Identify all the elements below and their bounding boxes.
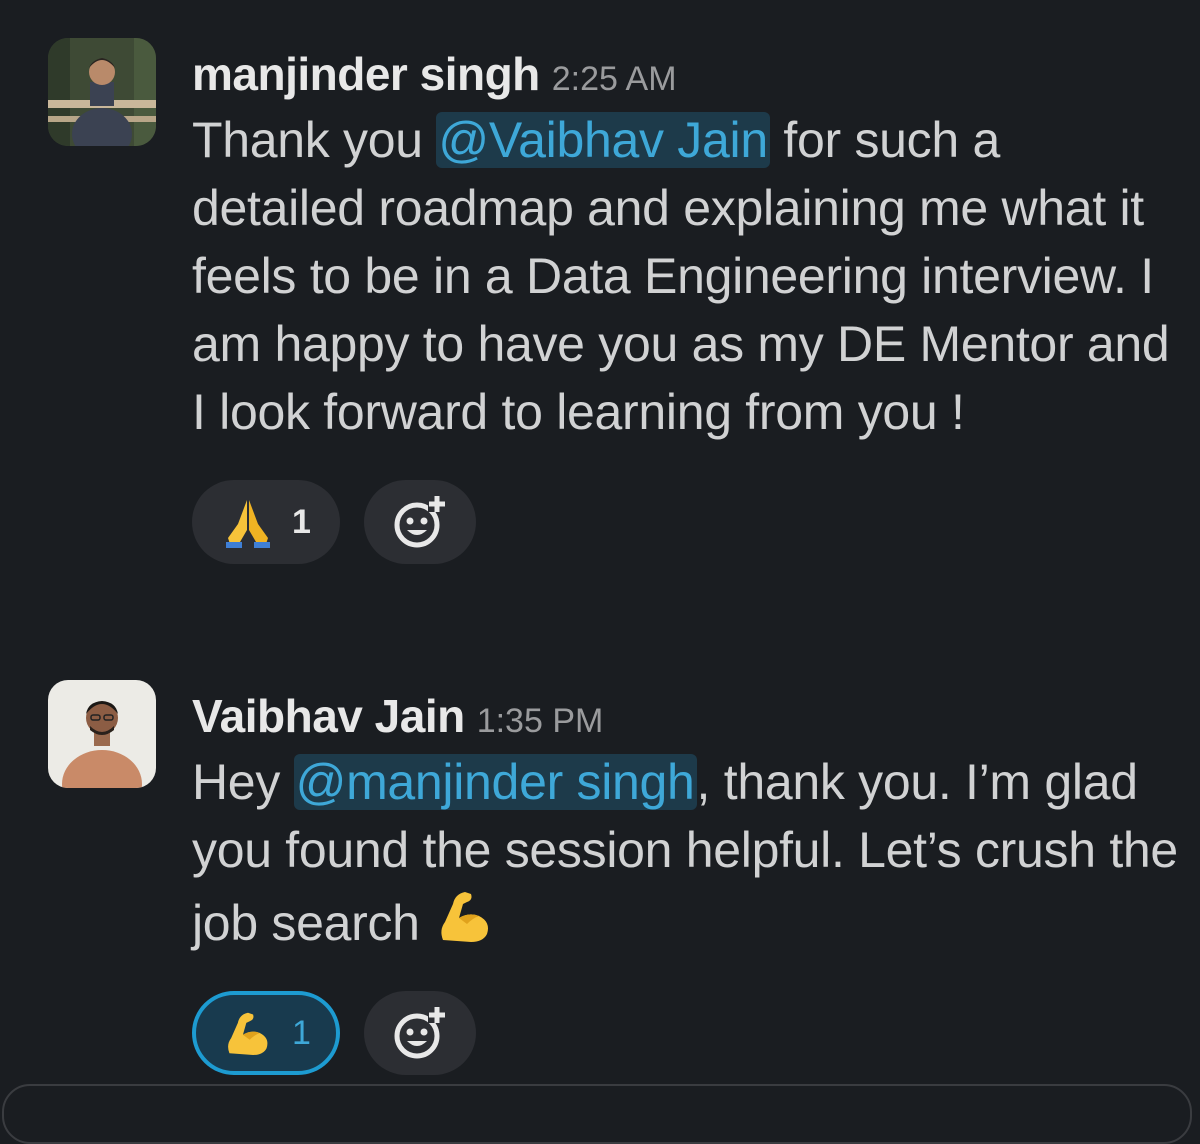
message-text-part: Hey xyxy=(192,754,294,810)
avatar[interactable] xyxy=(48,680,156,788)
reaction-bar: 1 xyxy=(192,991,1182,1075)
author-name[interactable]: Vaibhav Jain xyxy=(192,690,465,742)
user-mention[interactable]: @Vaibhav Jain xyxy=(436,112,770,168)
message-text: Hey @manjinder singh, thank you. I’m gla… xyxy=(192,748,1182,957)
reaction-pill[interactable]: 1 xyxy=(192,991,340,1075)
message-timestamp[interactable]: 2:25 AM xyxy=(552,60,677,98)
add-reaction-button[interactable] xyxy=(364,480,476,564)
user-mention[interactable]: @manjinder singh xyxy=(293,754,697,810)
message-timestamp[interactable]: 1:35 PM xyxy=(477,702,604,740)
author-name[interactable]: manjinder singh xyxy=(192,48,540,100)
add-reaction-button[interactable] xyxy=(364,991,476,1075)
reaction-bar: 1 xyxy=(192,480,1182,564)
add-emoji-icon xyxy=(394,1005,446,1059)
reaction-count: 1 xyxy=(292,502,311,541)
message-text: Thank you @Vaibhav Jain for such a detai… xyxy=(192,106,1182,446)
folded-hands-icon xyxy=(218,492,278,552)
flexed-biceps-icon xyxy=(218,1003,278,1063)
avatar[interactable] xyxy=(48,38,156,146)
avatar-photo xyxy=(48,680,156,788)
message-text-part: Thank you xyxy=(192,112,437,168)
message-composer[interactable] xyxy=(2,1084,1192,1144)
flexed-biceps-icon xyxy=(433,884,497,948)
reaction-pill[interactable]: 1 xyxy=(192,480,340,564)
avatar-photo xyxy=(48,38,156,146)
reaction-count: 1 xyxy=(292,1013,311,1052)
add-emoji-icon xyxy=(394,494,446,548)
